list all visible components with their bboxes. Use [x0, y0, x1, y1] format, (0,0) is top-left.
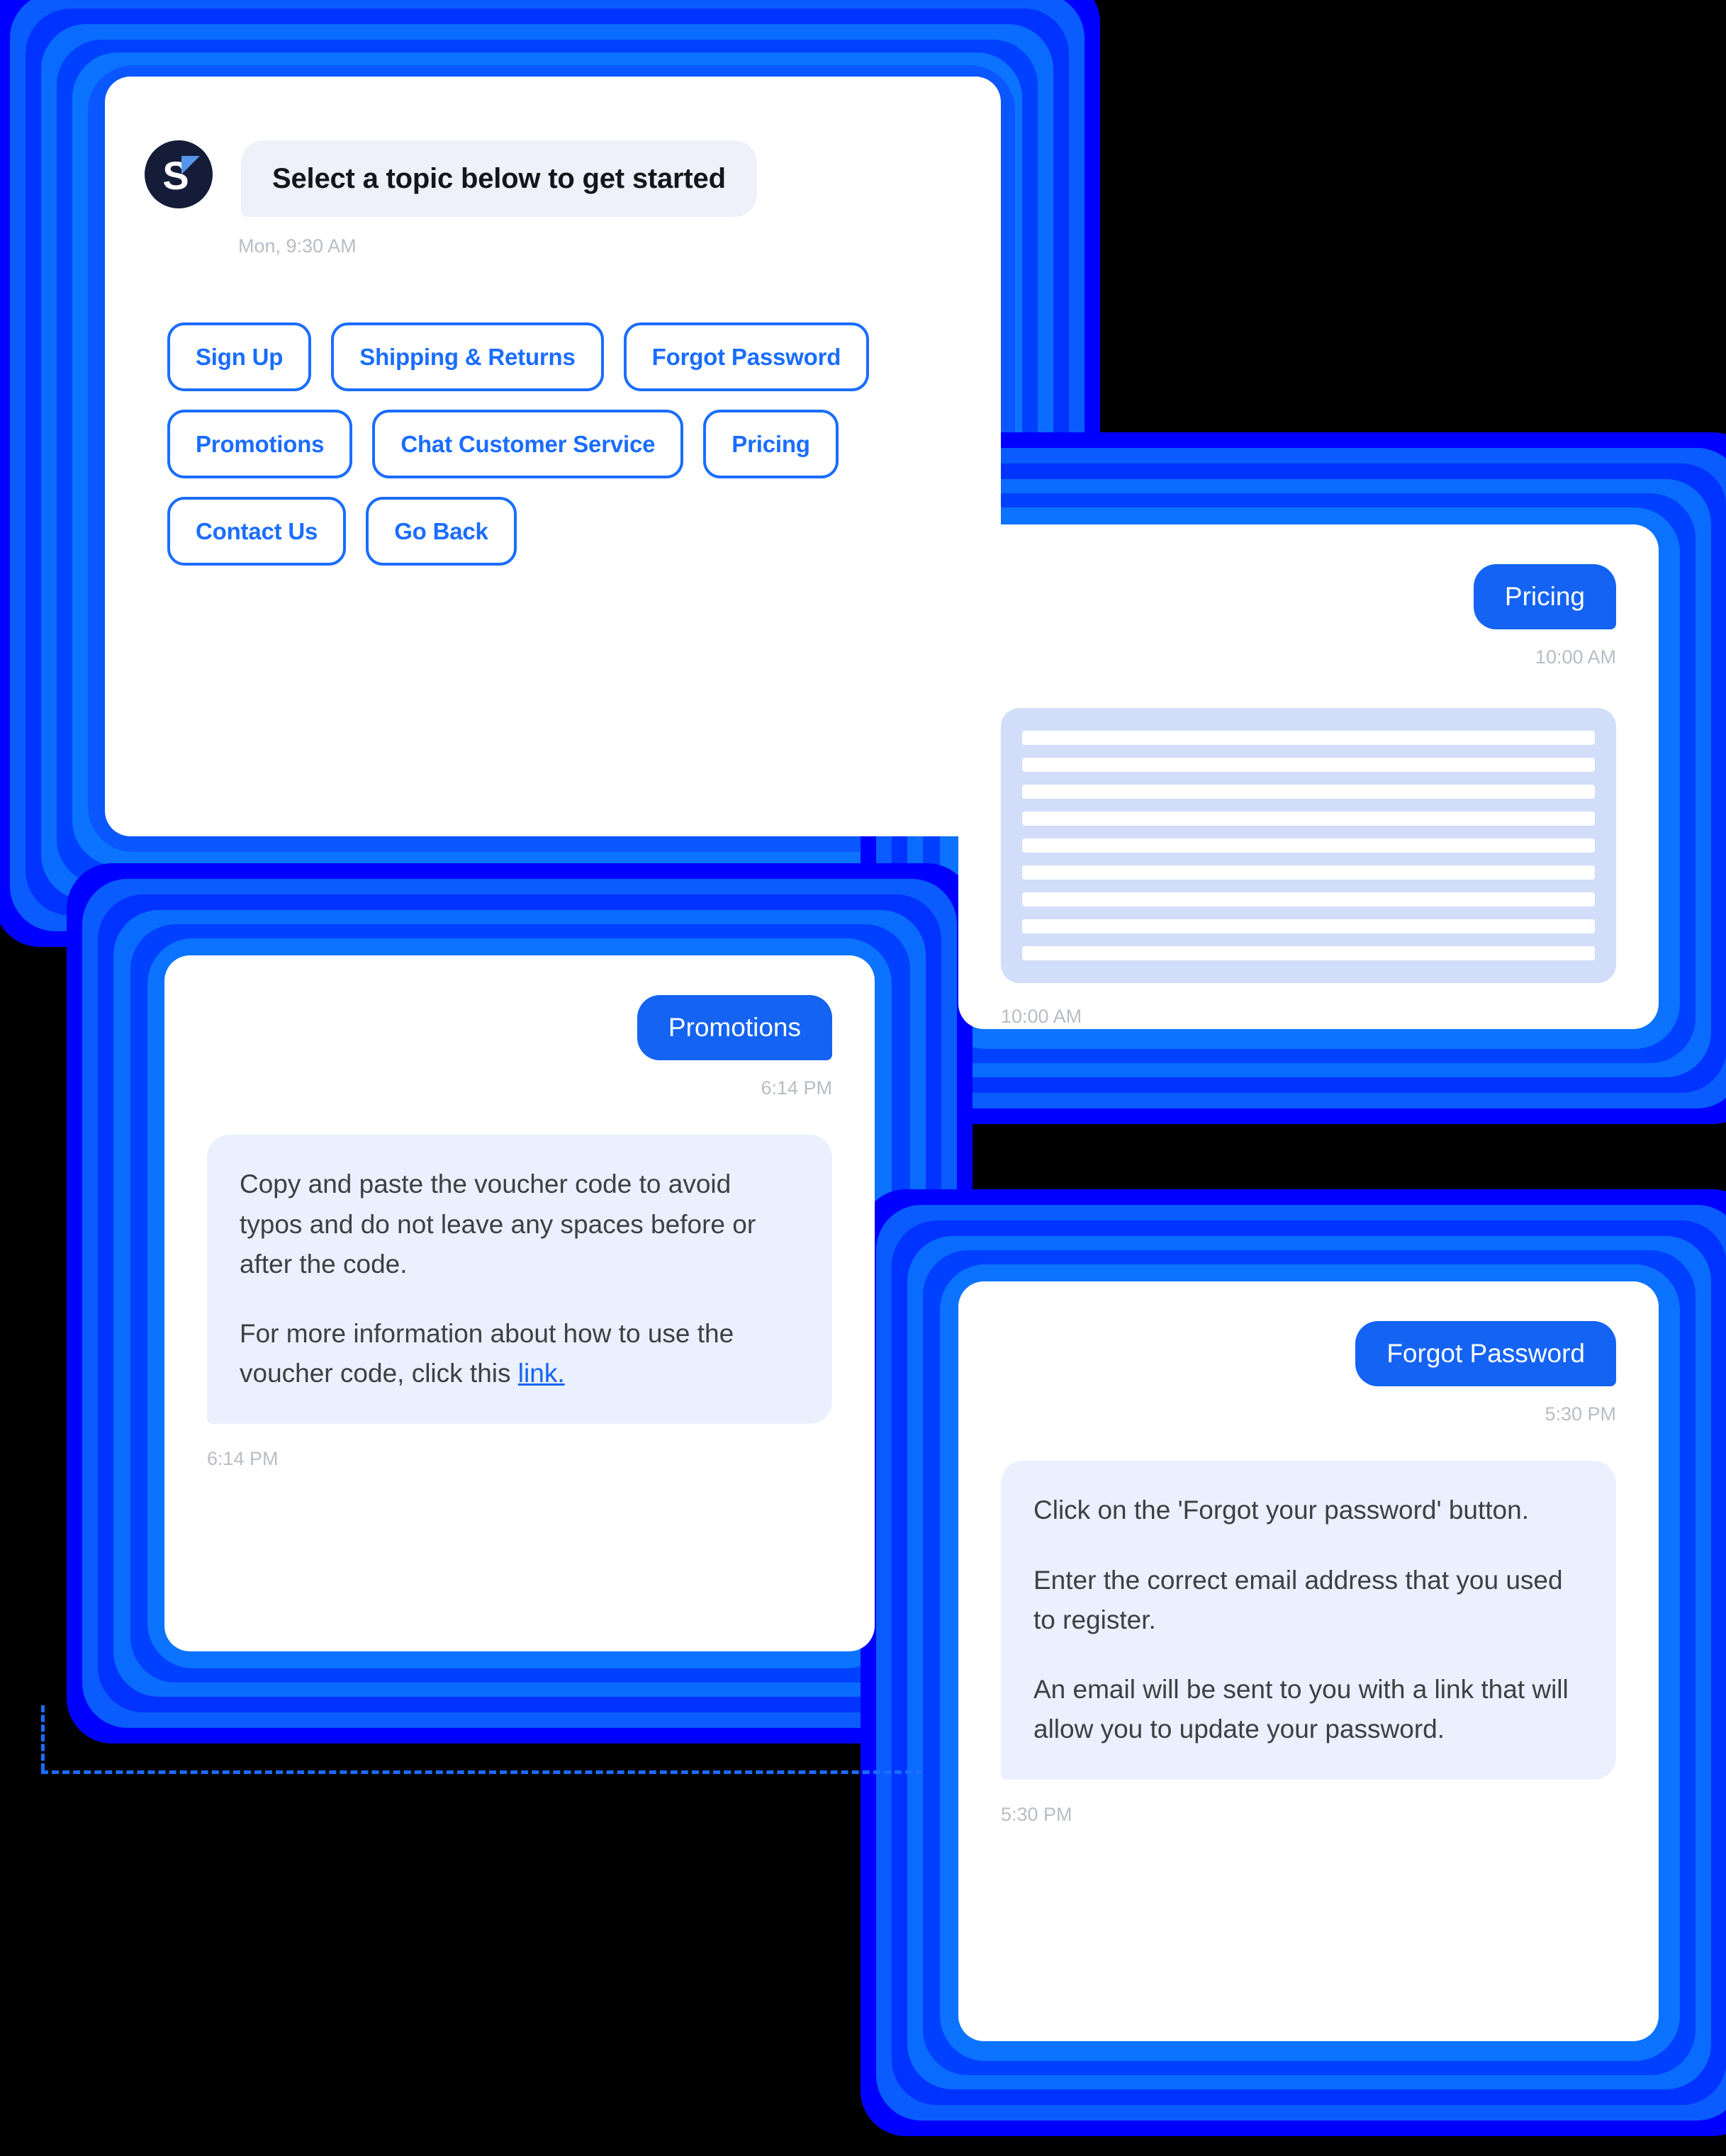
topic-chip-sign-up[interactable]: Sign Up [167, 322, 312, 391]
chat-card-pricing: Pricing 10:00 AM 10:00 AM [958, 524, 1659, 1029]
user-message-bubble-promotions: Promotions [637, 995, 832, 1061]
topic-chip-go-back[interactable]: Go Back [366, 497, 517, 566]
user-message-timestamp: 10:00 AM [1535, 646, 1616, 668]
chat-card-forgot-password: Forgot Password 5:30 PM Click on the 'Fo… [958, 1281, 1659, 2041]
topic-chip-list: Sign Up Shipping & Returns Forgot Passwo… [167, 322, 876, 566]
reply-paragraph-2: Enter the correct email address that you… [1033, 1565, 1563, 1634]
bot-reply-skeleton [1001, 708, 1616, 984]
bot-intro-row: S Select a topic below to get started [105, 77, 1001, 217]
skeleton-line [1022, 838, 1595, 853]
user-message-bubble-forgot-password: Forgot Password [1355, 1321, 1616, 1387]
skeleton-line [1022, 731, 1595, 746]
skeleton-line [1022, 865, 1595, 880]
skeleton-line [1022, 785, 1595, 799]
reply-paragraph-2: For more information about how to use th… [240, 1314, 800, 1393]
skeleton-line [1022, 919, 1595, 934]
user-message-row: Pricing [1001, 564, 1616, 630]
brand-triangle-icon [181, 156, 200, 174]
reply-paragraph-2-text: For more information about how to use th… [240, 1319, 734, 1388]
topic-chip-contact-us[interactable]: Contact Us [167, 497, 347, 566]
topic-chip-promotions[interactable]: Promotions [167, 410, 353, 478]
bot-intro-bubble: Select a topic below to get started [241, 140, 757, 217]
topic-chip-pricing[interactable]: Pricing [703, 410, 839, 478]
skeleton-line [1022, 946, 1595, 961]
connector-line-vertical-bottom-left [41, 1705, 45, 1770]
reply-paragraph-1: Copy and paste the voucher code to avoid… [240, 1169, 756, 1279]
topic-chip-forgot-password[interactable]: Forgot Password [623, 322, 870, 391]
bot-reply-timestamp: 5:30 PM [1001, 1803, 1072, 1825]
reply-paragraph-3: An email will be sent to you with a link… [1033, 1675, 1569, 1744]
connector-line-bottom-left [41, 1770, 923, 1774]
voucher-info-link[interactable]: link. [518, 1359, 565, 1388]
canvas: S Select a topic below to get started Mo… [0, 0, 1726, 2156]
chat-card-topic-menu: S Select a topic below to get started Mo… [105, 77, 1001, 836]
topic-chip-shipping-returns[interactable]: Shipping & Returns [331, 322, 604, 391]
avatar: S [145, 140, 213, 208]
topic-chip-chat-customer-service[interactable]: Chat Customer Service [372, 410, 684, 478]
intro-timestamp: Mon, 9:30 AM [238, 235, 357, 257]
reply-paragraph-1: Click on the 'Forgot your password' butt… [1033, 1495, 1529, 1525]
skeleton-line [1022, 812, 1595, 826]
user-message-row: Forgot Password [1001, 1321, 1616, 1387]
bot-reply-bubble-promotions: Copy and paste the voucher code to avoid… [207, 1135, 832, 1424]
bot-reply-timestamp: 6:14 PM [207, 1447, 279, 1469]
skeleton-line [1022, 758, 1595, 773]
bot-reply-timestamp: 10:00 AM [1001, 1006, 1082, 1028]
skeleton-line [1022, 892, 1595, 907]
user-message-bubble-pricing: Pricing [1473, 564, 1616, 630]
user-message-timestamp: 5:30 PM [1545, 1403, 1616, 1425]
chat-card-promotions: Promotions 6:14 PM Copy and paste the vo… [164, 955, 875, 1651]
user-message-timestamp: 6:14 PM [761, 1077, 832, 1099]
bot-reply-bubble-forgot-password: Click on the 'Forgot your password' butt… [1001, 1461, 1616, 1780]
user-message-row: Promotions [207, 995, 832, 1061]
